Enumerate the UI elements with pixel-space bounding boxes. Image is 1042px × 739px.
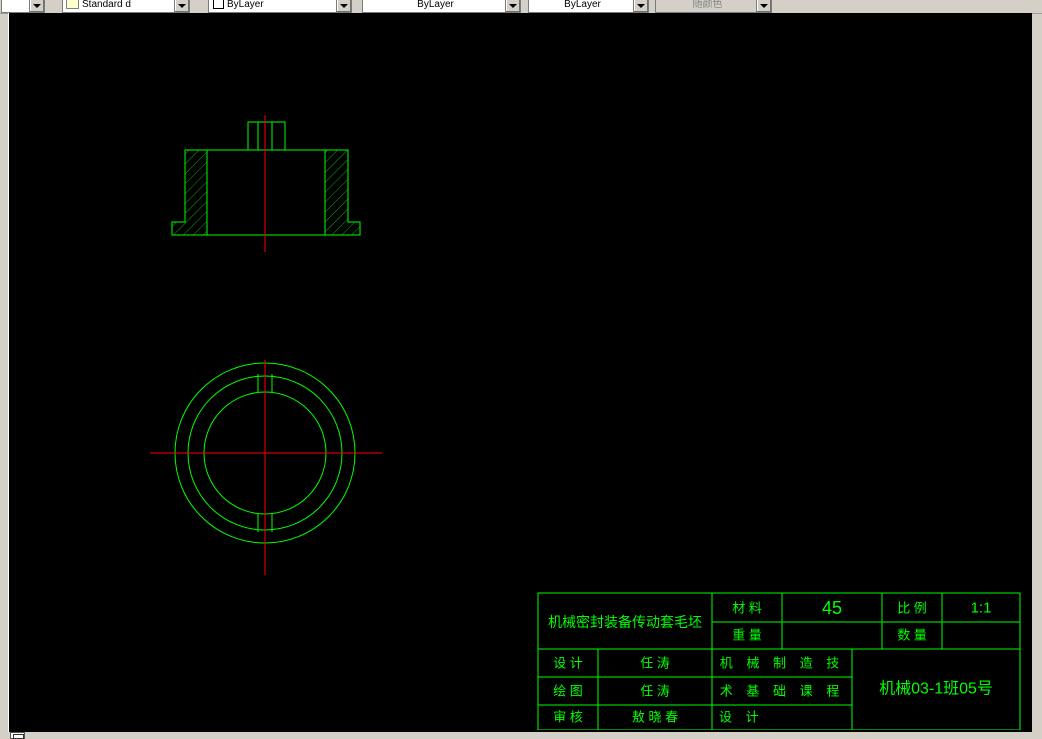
scale-label: 比 例: [897, 601, 927, 616]
chevron-down-icon[interactable]: [633, 0, 648, 12]
color-swatch-icon: [213, 0, 224, 9]
course-line3: 设 计: [719, 710, 764, 725]
design-label: 设 计: [553, 656, 583, 671]
boss-outline: [247, 121, 286, 150]
layout-tab-icon[interactable]: [10, 732, 25, 739]
quantity-label: 数 量: [897, 628, 927, 643]
plotstyle-combo-value: 随颜色: [692, 0, 723, 10]
chevron-down-icon[interactable]: [29, 0, 44, 12]
lineweight-combo[interactable]: ByLayer: [528, 0, 649, 13]
check-label: 审 核: [553, 710, 583, 725]
color-combo-value: ByLayer: [227, 0, 264, 10]
hatch-right-wall: [324, 149, 361, 236]
color-combo[interactable]: ByLayer: [208, 0, 352, 13]
docked-combo-partial[interactable]: [1, 0, 45, 13]
status-strip: [0, 732, 1042, 739]
drawing-canvas-svg[interactable]: 机械密封装备传动套毛坯 材 料 45 比 例 1:1 重 量 数 量 设 计 任…: [9, 13, 1032, 730]
class-id-text: 机械03-1班05号: [879, 680, 993, 698]
design-value: 任 涛: [640, 656, 670, 671]
material-value: 45: [822, 598, 842, 618]
hatch-left-wall: [171, 149, 208, 236]
draft-label: 绘 图: [553, 684, 583, 699]
chevron-down-icon[interactable]: [336, 0, 351, 12]
chevron-down-icon: [756, 0, 771, 12]
style-combo-value: Standard d: [82, 0, 131, 10]
chevron-down-icon[interactable]: [174, 0, 189, 12]
course-line2: 术 基 础 课 程: [720, 684, 844, 699]
course-line1: 机 械 制 造 技: [720, 656, 844, 671]
style-combo[interactable]: Standard d: [62, 0, 190, 13]
drawing-area[interactable]: 机械密封装备传动套毛坯 材 料 45 比 例 1:1 重 量 数 量 设 计 任…: [8, 13, 1032, 732]
material-label: 材 料: [732, 601, 762, 616]
part-name-text: 机械密封装备传动套毛坯: [548, 614, 702, 630]
draft-value: 任 涛: [640, 684, 670, 699]
weight-label: 重 量: [732, 628, 762, 643]
object-properties-toolbar: Standard d ByLayer ByLayer ByLayer 随颜色: [0, 0, 1042, 14]
title-block-text: 机械密封装备传动套毛坯 材 料 45 比 例 1:1 重 量 数 量 设 计 任…: [548, 598, 993, 725]
layer-state-icon: [66, 0, 79, 9]
chevron-down-icon[interactable]: [505, 0, 520, 12]
scale-value: 1:1: [971, 600, 992, 617]
linetype-combo[interactable]: ByLayer: [362, 0, 521, 13]
section-view[interactable]: [171, 121, 361, 236]
lineweight-combo-value: ByLayer: [564, 0, 601, 10]
linetype-combo-value: ByLayer: [417, 0, 454, 10]
plotstyle-combo: 随颜色: [655, 0, 772, 13]
check-value: 敖 晓 春: [632, 710, 678, 725]
autocad-window: { "toolbar": { "style_combo": "Standard …: [0, 0, 1042, 739]
